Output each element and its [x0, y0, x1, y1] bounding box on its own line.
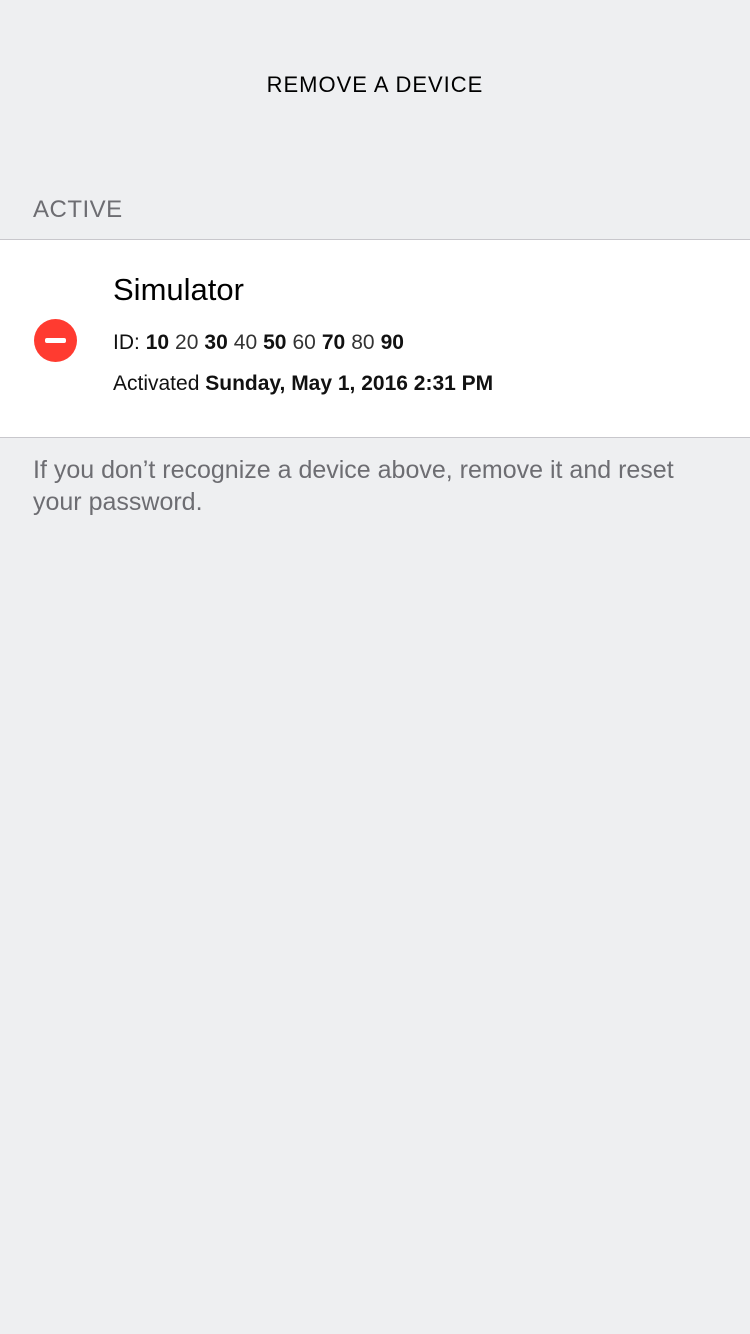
- device-id-segment: 70: [321, 331, 346, 354]
- device-id-segment: 20: [175, 331, 199, 354]
- device-id-segment: 60: [292, 331, 316, 354]
- activated-date: Sunday, May 1, 2016 2:31 PM: [205, 372, 494, 395]
- device-id-segment: 80: [351, 331, 375, 354]
- device-id-label: ID:: [113, 331, 140, 354]
- device-name: Simulator: [113, 272, 244, 307]
- device-id: ID: 10 20 30 40 50 60 70 80 90: [113, 331, 410, 355]
- device-list: Simulator ID: 10 20 30 40 50 60 70 80 90 Activat…: [0, 239, 750, 438]
- section-header-active: ACTIVE: [33, 196, 123, 223]
- device-id-segment: 90: [380, 331, 404, 354]
- footer-note: If you don’t recognize a device above, r…: [33, 456, 674, 516]
- device-id-segment: 40: [233, 331, 258, 354]
- device-activated: Activated Sunday, May 1, 2016 2:31 PM: [113, 372, 493, 396]
- activated-label: Activated: [113, 372, 200, 395]
- device-id-segment: 50: [263, 331, 287, 354]
- device-id-segment: 10: [145, 331, 170, 354]
- remove-device-button[interactable]: [34, 319, 77, 362]
- minus-circle-icon: [45, 338, 66, 343]
- page-title: REMOVE A DEVICE: [266, 72, 484, 97]
- navigation-bar: REMOVE A DEVICE: [0, 0, 750, 176]
- device-id-segment: 30: [204, 331, 228, 354]
